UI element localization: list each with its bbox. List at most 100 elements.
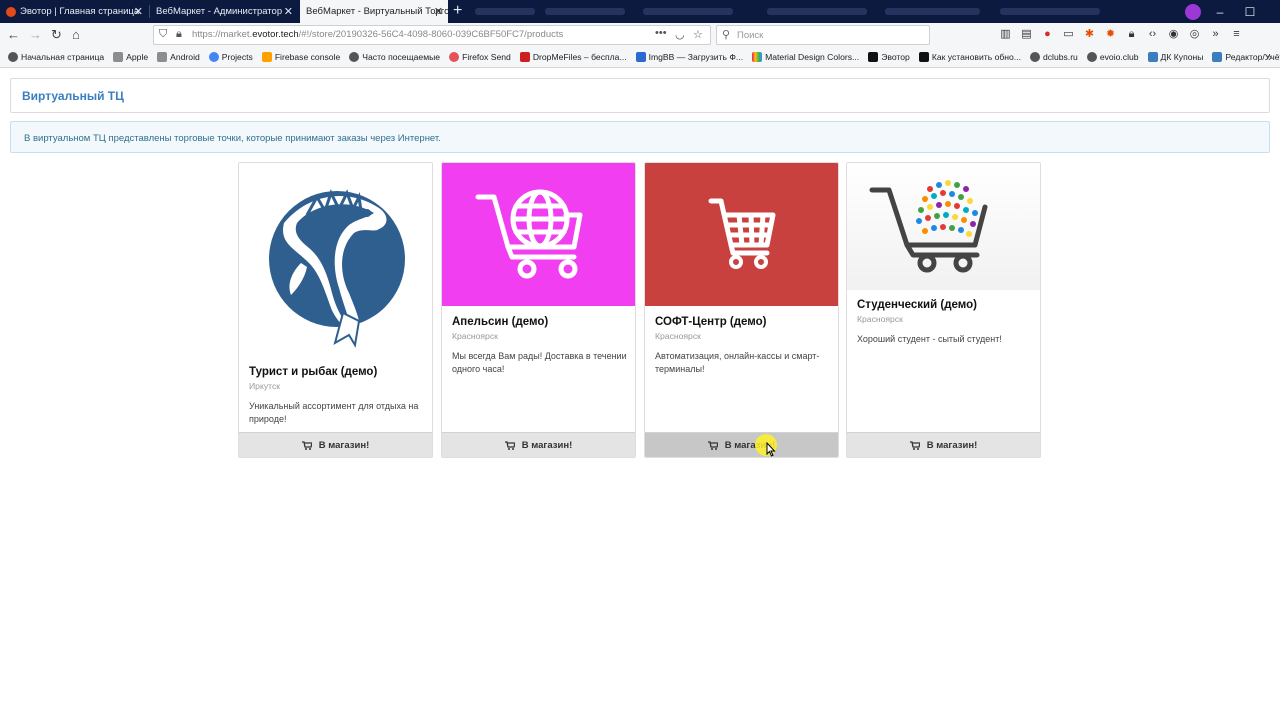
reader-icon[interactable]: ▤: [1019, 27, 1034, 42]
store-name[interactable]: Студенческий (демо): [857, 299, 1032, 311]
tab-evotor-home[interactable]: Эвотор | Главная страница ✕: [0, 0, 148, 23]
window-controls: – ☐: [1205, 0, 1265, 23]
eye-icon[interactable]: ◉: [1166, 27, 1181, 42]
store-city: Красноярск: [857, 314, 903, 324]
bookmark-item[interactable]: Как установить обно...: [918, 52, 1021, 62]
bookmark-item[interactable]: ImgBB — Загрузить Ф...: [635, 52, 743, 62]
store-card[interactable]: Турист и рыбак (демо) Иркутск Уникальный…: [238, 162, 433, 458]
forward-arrow-icon[interactable]: →: [29, 27, 42, 42]
tab-virtual-mall[interactable]: ВебМаркет - Виртуальный Торгов... ✕: [300, 0, 448, 23]
bookmark-item[interactable]: DropMeFiles – бесплa...: [519, 52, 627, 62]
cart-icon: [707, 440, 718, 450]
store-city: Красноярск: [452, 331, 498, 341]
lock-icon[interactable]: 🔒︎: [176, 28, 182, 41]
screenshot-icon[interactable]: ▭: [1061, 27, 1076, 42]
back-arrow-icon[interactable]: ←: [7, 27, 20, 42]
folder-icon: [113, 52, 124, 62]
bookmark-item[interactable]: Material Design Colors...: [752, 52, 859, 62]
store-name[interactable]: СОФТ-Центр (демо): [655, 316, 830, 328]
close-tab-icon[interactable]: ✕: [284, 5, 293, 18]
search-input[interactable]: Поиск: [737, 30, 763, 41]
menu-icon[interactable]: ≡: [1229, 27, 1244, 42]
bookmark-star-icon[interactable]: ☆: [693, 28, 703, 41]
browser-tab-strip: Эвотор | Главная страница ✕ ВебМаркет - …: [0, 0, 1280, 23]
dev-tools-icon[interactable]: ‹›: [1145, 27, 1160, 42]
fish-logo-icon: [269, 189, 405, 348]
globe-icon: [8, 52, 18, 62]
go-to-store-label: В магазин!: [318, 439, 370, 451]
store-card[interactable]: Студенческий (демо) Красноярск Хороший с…: [846, 162, 1041, 458]
shield-icon[interactable]: ⛉: [159, 28, 167, 41]
store-description: Хороший студент - сытый студент!: [857, 334, 1002, 344]
home-icon[interactable]: ⌂: [72, 27, 80, 42]
bookmark-item[interactable]: Projects: [208, 52, 253, 62]
page-title: Виртуальный ТЦ: [22, 89, 124, 103]
cart-icon: [909, 440, 920, 450]
coupon-icon: [1147, 52, 1158, 62]
lock-extension-icon[interactable]: 🔒︎: [1124, 27, 1139, 42]
overflow-chevron-icon[interactable]: »: [1208, 27, 1223, 42]
bookmarks-overflow-chevron-icon[interactable]: »: [1265, 50, 1272, 64]
tab-webmarket-admin[interactable]: ВебМаркет - Администратор ✕: [150, 0, 298, 23]
bookmark-item[interactable]: Часто посещаемые: [349, 52, 440, 62]
extension-icon[interactable]: ✱: [1082, 27, 1097, 42]
close-tab-icon[interactable]: ✕: [134, 5, 143, 18]
bookmark-item[interactable]: Начальная страница: [8, 52, 104, 62]
go-to-store-label: В магазин!: [926, 439, 978, 451]
store-card[interactable]: СОФТ-Центр (демо) Красноярск Автоматизац…: [644, 162, 839, 458]
go-to-store-label: В магазин!: [521, 439, 573, 451]
bookmark-item[interactable]: Эвотор: [868, 52, 910, 62]
url-text[interactable]: https://market.evotor.tech/#!/store/2019…: [192, 29, 563, 40]
close-tab-icon[interactable]: ✕: [434, 5, 443, 18]
bookmark-item[interactable]: Firebase console: [261, 52, 340, 62]
store-image: [847, 163, 1040, 290]
go-to-store-button[interactable]: В магазин!: [239, 432, 432, 457]
tab-title: ВебМаркет - Виртуальный Торгов...: [306, 6, 448, 17]
go-to-store-button[interactable]: В магазин!: [442, 432, 635, 457]
bookmark-item[interactable]: dclubs.ru: [1029, 52, 1078, 62]
plus-icon: [868, 52, 879, 62]
bookmarks-toolbar: Начальная страница Apple Android Project…: [0, 47, 1280, 68]
account-icon[interactable]: ◎: [1187, 27, 1202, 42]
folder-icon: [157, 52, 168, 62]
globe-icon: [1029, 52, 1040, 62]
page-header: Виртуальный ТЦ: [10, 78, 1270, 113]
bookmark-item[interactable]: Firefox Send: [449, 52, 511, 62]
cart-icon: [504, 440, 515, 450]
extension-icon[interactable]: ✹: [1103, 27, 1118, 42]
minimize-icon[interactable]: –: [1205, 5, 1235, 19]
store-image: [645, 163, 838, 306]
go-to-store-button[interactable]: В магазин!: [645, 432, 838, 457]
store-city: Красноярск: [655, 331, 701, 341]
store-name[interactable]: Апельсин (демо): [452, 316, 627, 328]
evotor-favicon-icon: [6, 6, 16, 17]
adblock-icon[interactable]: ●: [1040, 27, 1055, 42]
maximize-icon[interactable]: ☐: [1235, 5, 1265, 19]
store-card[interactable]: Апельсин (демо) Красноярск Мы всегда Вам…: [441, 162, 636, 458]
google-icon: [208, 52, 219, 62]
go-to-store-button[interactable]: В магазин!: [847, 432, 1040, 457]
bookmark-item[interactable]: evoio.club: [1086, 52, 1139, 62]
background-tabs: [475, 0, 1155, 23]
library-icon[interactable]: ▥: [998, 27, 1013, 42]
pocket-icon[interactable]: ◡: [675, 28, 685, 41]
bookmark-folder[interactable]: Apple: [113, 52, 148, 62]
store-description: Мы всегда Вам рады! Доставка в течении о…: [452, 351, 627, 374]
store-city: Иркутск: [249, 381, 281, 391]
search-box[interactable]: ⚲ Поиск: [716, 25, 930, 45]
new-tab-button[interactable]: +: [453, 2, 462, 20]
store-description: Уникальный ассортимент для отдыха на при…: [249, 401, 419, 424]
tab-title: ВебМаркет - Администратор: [156, 6, 283, 17]
search-icon: ⚲: [722, 29, 731, 41]
reload-icon[interactable]: ↻: [51, 27, 62, 43]
dropmefiles-icon: [519, 52, 530, 62]
store-name[interactable]: Турист и рыбак (демо): [249, 366, 424, 378]
private-mask-icon: [1185, 4, 1201, 20]
address-bar[interactable]: ⛉ 🔒︎ https://market.evotor.tech/#!/store…: [153, 25, 711, 45]
bookmark-folder[interactable]: Android: [157, 52, 200, 62]
shopping-cart-icon: [708, 198, 776, 269]
palette-icon: [752, 52, 763, 62]
page-actions-icon[interactable]: •••: [655, 27, 667, 39]
bookmark-item[interactable]: ДК Купоны: [1147, 52, 1203, 62]
store-image: [239, 163, 432, 356]
